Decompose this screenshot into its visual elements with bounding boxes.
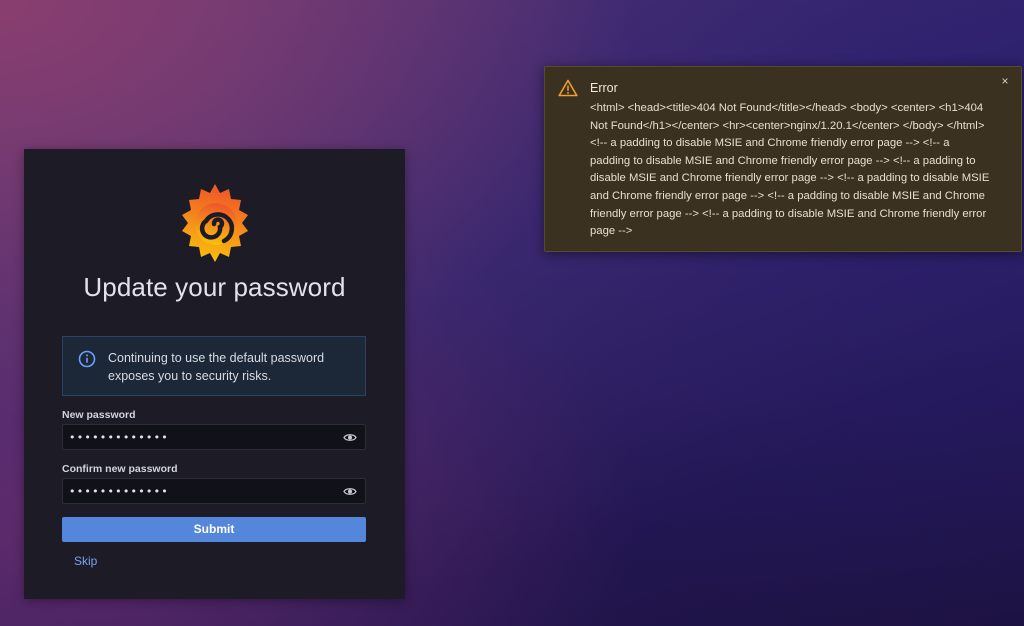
page-title: Update your password (83, 272, 346, 302)
grafana-logo (175, 180, 255, 264)
confirm-password-field[interactable] (62, 478, 366, 504)
alert-message: Continuing to use the default password e… (108, 351, 325, 383)
warning-triangle-icon (558, 79, 578, 97)
toast-message: <html> <head><title>404 Not Found</title… (590, 102, 990, 238)
confirm-password-label: Confirm new password (62, 463, 178, 475)
eye-icon[interactable] (343, 431, 357, 444)
error-toast: Error <html> <head><title>404 Not Found<… (544, 66, 1022, 252)
eye-icon[interactable] (343, 485, 357, 498)
new-password-input[interactable] (69, 428, 329, 446)
close-icon[interactable]: × (999, 75, 1011, 87)
submit-button[interactable]: Submit (62, 517, 366, 542)
confirm-password-input[interactable] (69, 482, 329, 500)
new-password-field[interactable] (62, 424, 366, 450)
skip-link[interactable]: Skip (74, 554, 97, 568)
toast-title: Error (590, 81, 618, 95)
grafana-logo-icon (182, 184, 248, 262)
info-circle-icon (78, 350, 96, 368)
new-password-label: New password (62, 409, 136, 421)
security-alert: Continuing to use the default password e… (62, 336, 366, 396)
